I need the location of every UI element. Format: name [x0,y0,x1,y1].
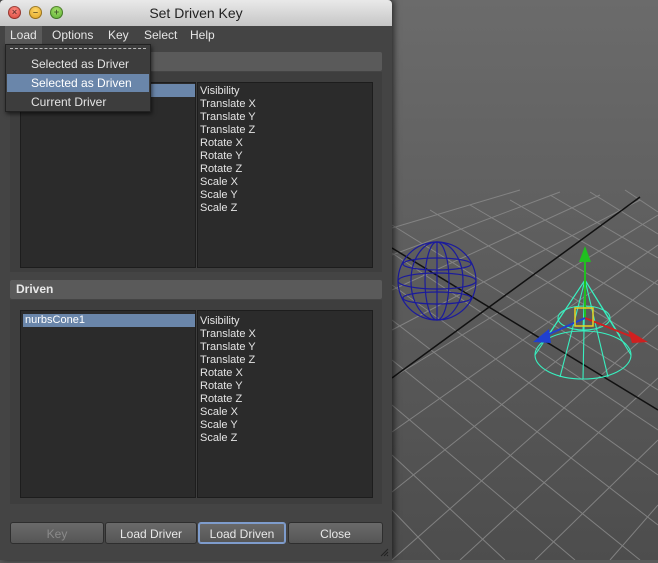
driver-attr-scale-y[interactable]: Scale Y [200,189,238,202]
driven-attr-visibility[interactable]: Visibility [200,315,240,328]
load-driven-button[interactable]: Load Driven [198,522,286,544]
driver-attr-rotate-y[interactable]: Rotate Y [200,150,243,163]
load-menu-dropdown: Selected as Driver Selected as Driven Cu… [5,44,151,112]
driven-section: nurbsCone1 Visibility Translate X Transl… [10,300,382,504]
menu-load[interactable]: Load [5,26,42,44]
driven-attr-rotate-y[interactable]: Rotate Y [200,380,243,393]
driver-attribute-list[interactable]: Visibility Translate X Translate Y Trans… [197,82,373,268]
driven-attr-rotate-z[interactable]: Rotate Z [200,393,242,406]
menu-select[interactable]: Select [139,26,182,44]
driven-object-item[interactable]: nurbsCone1 [23,314,195,327]
menu-item-selected-as-driven[interactable]: Selected as Driven [7,74,149,92]
menu-help[interactable]: Help [185,26,220,44]
menu-item-current-driver[interactable]: Current Driver [7,93,149,111]
driver-attr-scale-z[interactable]: Scale Z [200,202,237,215]
driven-attr-scale-x[interactable]: Scale X [200,406,238,419]
driven-attr-translate-x[interactable]: Translate X [200,328,256,341]
driven-attr-scale-z[interactable]: Scale Z [200,432,237,445]
set-driven-key-window: × – + Set Driven Key Load Options Key Se… [0,0,392,560]
key-button[interactable]: Key [10,522,104,544]
load-driver-button[interactable]: Load Driver [105,522,197,544]
menu-key[interactable]: Key [103,26,134,44]
menu-item-selected-as-driver[interactable]: Selected as Driver [7,55,149,73]
resize-grip-icon[interactable] [379,547,389,557]
close-button[interactable]: Close [288,522,383,544]
window-titlebar[interactable]: × – + Set Driven Key [0,0,392,27]
driven-attr-rotate-x[interactable]: Rotate X [200,367,243,380]
menubar: Load Options Key Select Help [0,26,392,45]
driven-attribute-list[interactable]: Visibility Translate X Translate Y Trans… [197,310,373,498]
driven-object-list[interactable]: nurbsCone1 [20,310,196,498]
window-title: Set Driven Key [149,5,243,21]
driver-attr-translate-x[interactable]: Translate X [200,98,256,111]
driven-attr-translate-y[interactable]: Translate Y [200,341,256,354]
driver-attr-rotate-x[interactable]: Rotate X [200,137,243,150]
menu-options[interactable]: Options [47,26,98,44]
driven-attr-translate-z[interactable]: Translate Z [200,354,255,367]
driver-attr-scale-x[interactable]: Scale X [200,176,238,189]
driver-attr-translate-z[interactable]: Translate Z [200,124,255,137]
driven-attr-scale-y[interactable]: Scale Y [200,419,238,432]
menu-tearoff-divider[interactable] [10,48,146,49]
driven-section-header[interactable]: Driven [10,280,382,299]
driver-attr-rotate-z[interactable]: Rotate Z [200,163,242,176]
driver-attr-translate-y[interactable]: Translate Y [200,111,256,124]
driver-attr-visibility[interactable]: Visibility [200,85,240,98]
